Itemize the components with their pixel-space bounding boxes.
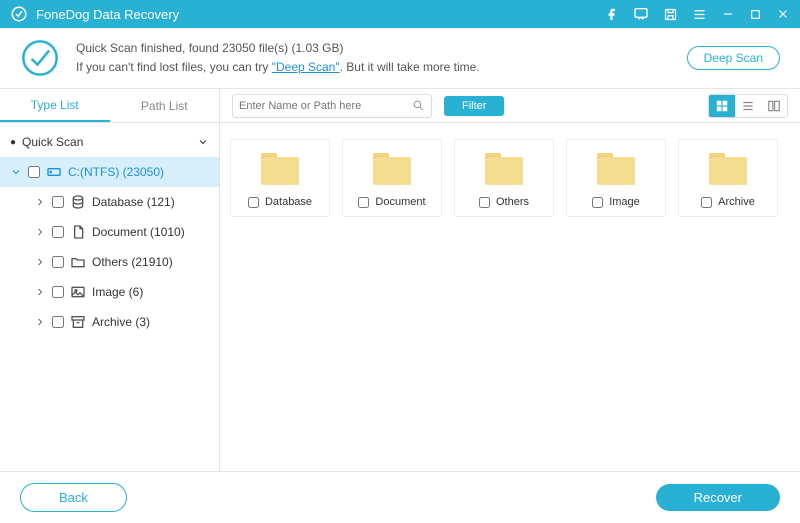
chevron-right-icon[interactable] bbox=[34, 196, 46, 208]
chevron-right-icon[interactable] bbox=[34, 316, 46, 328]
folder-label: Document bbox=[375, 196, 425, 208]
tree-cat-label: Document (1010) bbox=[92, 225, 185, 239]
folder-label: Archive bbox=[718, 196, 755, 208]
tree-drive-label: C:(NTFS) (23050) bbox=[68, 165, 164, 179]
document-icon bbox=[70, 224, 86, 240]
view-switch bbox=[708, 94, 788, 118]
folder-label: Others bbox=[496, 196, 529, 208]
window-controls bbox=[605, 6, 790, 22]
tab-type-list[interactable]: Type List bbox=[0, 89, 110, 122]
tree-cat-checkbox[interactable] bbox=[52, 286, 64, 298]
archive-icon bbox=[70, 314, 86, 330]
folder-icon bbox=[70, 254, 86, 270]
tree-cat-checkbox[interactable] bbox=[52, 316, 64, 328]
tree: ● Quick Scan C:(NTFS) (23050) Database (… bbox=[0, 123, 219, 341]
tree-drive[interactable]: C:(NTFS) (23050) bbox=[0, 157, 219, 187]
deep-scan-button[interactable]: Deep Scan bbox=[687, 46, 780, 70]
recover-button[interactable]: Recover bbox=[656, 484, 780, 511]
database-icon bbox=[70, 194, 86, 210]
status-banner: Quick Scan finished, found 23050 file(s)… bbox=[0, 28, 800, 89]
tree-cat-database[interactable]: Database (121) bbox=[0, 187, 219, 217]
folder-card-others[interactable]: Others bbox=[454, 139, 554, 217]
status-message: Quick Scan finished, found 23050 file(s)… bbox=[76, 39, 687, 77]
folder-icon bbox=[482, 150, 526, 188]
folder-icon bbox=[706, 150, 750, 188]
status-line1: Quick Scan finished, found 23050 file(s)… bbox=[76, 39, 687, 58]
close-icon[interactable] bbox=[776, 7, 790, 21]
view-detail-icon[interactable] bbox=[761, 95, 787, 117]
folder-icon bbox=[370, 150, 414, 188]
folder-card-document[interactable]: Document bbox=[342, 139, 442, 217]
footer: Back Recover bbox=[0, 471, 800, 523]
search-input[interactable] bbox=[239, 100, 412, 112]
tree-cat-archive[interactable]: Archive (3) bbox=[0, 307, 219, 337]
chevron-down-icon[interactable] bbox=[10, 166, 22, 178]
deep-scan-link[interactable]: "Deep Scan" bbox=[272, 60, 340, 74]
app-title: FoneDog Data Recovery bbox=[36, 7, 605, 22]
tab-path-list[interactable]: Path List bbox=[110, 89, 220, 122]
tree-cat-checkbox[interactable] bbox=[52, 256, 64, 268]
folder-checkbox[interactable] bbox=[248, 197, 259, 208]
back-button[interactable]: Back bbox=[20, 483, 127, 512]
tree-cat-image[interactable]: Image (6) bbox=[0, 277, 219, 307]
folder-icon bbox=[258, 150, 302, 188]
status-line2: If you can't find lost files, you can tr… bbox=[76, 58, 687, 77]
content-toolbar: Filter bbox=[220, 89, 800, 123]
app-logo-icon bbox=[10, 5, 28, 23]
folder-card-database[interactable]: Database bbox=[230, 139, 330, 217]
tree-cat-label: Others (21910) bbox=[92, 255, 173, 269]
tree-root-label: Quick Scan bbox=[22, 135, 83, 149]
scan-complete-check-icon bbox=[20, 38, 60, 78]
chevron-down-icon[interactable] bbox=[197, 136, 209, 148]
save-icon[interactable] bbox=[663, 7, 678, 22]
main-area: Type List Path List ● Quick Scan C:(NTFS… bbox=[0, 89, 800, 471]
folder-card-archive[interactable]: Archive bbox=[678, 139, 778, 217]
share-facebook-icon[interactable] bbox=[605, 7, 619, 21]
drive-icon bbox=[46, 164, 62, 180]
folder-checkbox[interactable] bbox=[701, 197, 712, 208]
bullet-icon: ● bbox=[10, 137, 16, 148]
folder-grid: Database Document Others Image Archive bbox=[220, 123, 800, 471]
search-icon[interactable] bbox=[412, 99, 425, 112]
tree-cat-label: Image (6) bbox=[92, 285, 143, 299]
chevron-right-icon[interactable] bbox=[34, 226, 46, 238]
tree-drive-checkbox[interactable] bbox=[28, 166, 40, 178]
chevron-right-icon[interactable] bbox=[34, 286, 46, 298]
search-box[interactable] bbox=[232, 94, 432, 118]
content-panel: Filter Database Document Others bbox=[220, 89, 800, 471]
chevron-right-icon[interactable] bbox=[34, 256, 46, 268]
folder-label: Image bbox=[609, 196, 640, 208]
tree-cat-label: Archive (3) bbox=[92, 315, 150, 329]
folder-label: Database bbox=[265, 196, 312, 208]
sidebar-tabs: Type List Path List bbox=[0, 89, 219, 123]
tree-cat-others[interactable]: Others (21910) bbox=[0, 247, 219, 277]
folder-checkbox[interactable] bbox=[479, 197, 490, 208]
feedback-icon[interactable] bbox=[633, 6, 649, 22]
sidebar: Type List Path List ● Quick Scan C:(NTFS… bbox=[0, 89, 220, 471]
tree-cat-label: Database (121) bbox=[92, 195, 175, 209]
filter-button[interactable]: Filter bbox=[444, 96, 504, 116]
folder-icon bbox=[594, 150, 638, 188]
maximize-icon[interactable] bbox=[749, 8, 762, 21]
menu-icon[interactable] bbox=[692, 7, 707, 22]
folder-card-image[interactable]: Image bbox=[566, 139, 666, 217]
folder-checkbox[interactable] bbox=[592, 197, 603, 208]
tree-cat-checkbox[interactable] bbox=[52, 226, 64, 238]
image-icon bbox=[70, 284, 86, 300]
view-grid-icon[interactable] bbox=[709, 95, 735, 117]
minimize-icon[interactable] bbox=[721, 7, 735, 21]
tree-cat-checkbox[interactable] bbox=[52, 196, 64, 208]
titlebar: FoneDog Data Recovery bbox=[0, 0, 800, 28]
tree-root-quick-scan[interactable]: ● Quick Scan bbox=[0, 127, 219, 157]
view-list-icon[interactable] bbox=[735, 95, 761, 117]
tree-cat-document[interactable]: Document (1010) bbox=[0, 217, 219, 247]
folder-checkbox[interactable] bbox=[358, 197, 369, 208]
